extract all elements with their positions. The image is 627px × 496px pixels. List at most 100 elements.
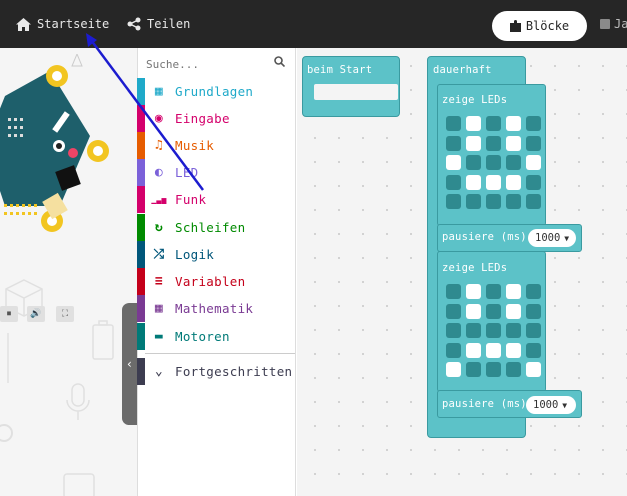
toolbox-category-grundlagen[interactable]: ▦ Grundlagen: [137, 78, 296, 105]
led-cell[interactable]: [446, 174, 461, 190]
led-cell[interactable]: [506, 194, 521, 209]
led-cell[interactable]: [486, 323, 501, 338]
show-leds-label-1: zeige LEDs: [442, 94, 508, 106]
refresh-icon: ↻: [154, 220, 164, 235]
toolbox-category-funk[interactable]: ▁▃▅ Funk: [137, 186, 296, 213]
toolbox-category-eingabe[interactable]: ◉ Eingabe: [137, 105, 296, 132]
speaker-icon: [63, 473, 95, 496]
home-button[interactable]: Startseite: [16, 0, 109, 48]
toolbox-category-musik[interactable]: ♫ Musik: [137, 132, 296, 159]
toolbox-category-variablen[interactable]: ≡ Variablen: [137, 268, 296, 295]
sim-fullscreen-icon[interactable]: ⛶: [56, 306, 74, 322]
led-cell[interactable]: [466, 194, 481, 209]
battery-icon: [92, 320, 114, 360]
led-cell[interactable]: [486, 174, 501, 190]
category-color-bar: [137, 358, 145, 385]
led-cell[interactable]: [506, 342, 521, 358]
sim-volume-icon[interactable]: 🔊: [27, 306, 45, 322]
led-cell[interactable]: [506, 135, 521, 151]
search-icon[interactable]: [274, 56, 285, 67]
led-cell[interactable]: [526, 135, 541, 151]
led-cell[interactable]: [526, 284, 541, 299]
led-cell[interactable]: [486, 303, 501, 319]
cable-icon: [7, 333, 9, 383]
gear-icon: [0, 424, 13, 442]
led-cell[interactable]: [526, 116, 541, 131]
led-cell[interactable]: [526, 323, 541, 338]
led-cell[interactable]: [446, 194, 461, 209]
led-cell[interactable]: [486, 135, 501, 151]
led-cell[interactable]: [446, 135, 461, 151]
category-color-bar: [137, 132, 145, 159]
led-cell[interactable]: [506, 155, 521, 170]
led-cell[interactable]: [506, 323, 521, 338]
toolbox-category-motoren[interactable]: ▬ Motoren: [137, 323, 296, 350]
home-label: Startseite: [37, 17, 110, 31]
led-cell[interactable]: [526, 303, 541, 319]
led-cell[interactable]: [526, 342, 541, 358]
category-label: Eingabe: [175, 111, 230, 126]
led-cell[interactable]: [486, 284, 501, 299]
category-color-bar: [137, 295, 145, 322]
led-cell[interactable]: [466, 284, 481, 299]
led-cell[interactable]: [446, 155, 461, 170]
led-cell[interactable]: [466, 116, 481, 131]
led-cell[interactable]: [526, 155, 541, 170]
led-cell[interactable]: [446, 342, 461, 358]
share-icon: [127, 17, 141, 31]
background-board-icon: [71, 54, 83, 67]
led-cell[interactable]: [526, 194, 541, 209]
led-cell[interactable]: [486, 342, 501, 358]
category-color-bar: [137, 78, 145, 105]
forever-label: dauerhaft: [433, 64, 492, 76]
led-cell[interactable]: [466, 342, 481, 358]
category-label: Musik: [175, 138, 215, 153]
collapse-simulator-button[interactable]: ‹: [122, 303, 137, 425]
led-cell[interactable]: [466, 135, 481, 151]
toolbox-category-schleifen[interactable]: ↻ Schleifen: [137, 214, 296, 241]
puzzle-icon: [509, 20, 521, 32]
led-cell[interactable]: [466, 323, 481, 338]
led-cell[interactable]: [466, 303, 481, 319]
led-cell[interactable]: [506, 174, 521, 190]
led-cell[interactable]: [506, 303, 521, 319]
led-cell[interactable]: [486, 155, 501, 170]
share-button[interactable]: Teilen: [127, 0, 190, 48]
led-cell[interactable]: [486, 194, 501, 209]
pause-dropdown-1[interactable]: 1000 ▼: [528, 229, 576, 247]
pause-value-2: 1000: [533, 399, 559, 411]
led-cell[interactable]: [506, 116, 521, 131]
led-cell[interactable]: [466, 155, 481, 170]
led-cell[interactable]: [466, 174, 481, 190]
led-cell[interactable]: [526, 174, 541, 190]
toolbox-category-led[interactable]: ◐ LED: [137, 159, 296, 186]
category-label: Schleifen: [175, 220, 246, 235]
led-cell[interactable]: [446, 362, 461, 377]
led-cell[interactable]: [466, 362, 481, 377]
pause-dropdown-2[interactable]: 1000 ▼: [526, 396, 576, 414]
home-icon: [16, 17, 31, 31]
led-cell[interactable]: [446, 323, 461, 338]
category-color-bar: [137, 159, 145, 186]
calliope-board[interactable]: [0, 56, 115, 236]
led-cell[interactable]: [526, 362, 541, 377]
led-cell[interactable]: [486, 116, 501, 131]
led-cell[interactable]: [446, 116, 461, 131]
toolbox-category-logik[interactable]: ⤮ Logik: [137, 241, 296, 268]
toggle-icon: ◐: [154, 165, 164, 180]
blocks-editor-button[interactable]: Blöcke: [492, 11, 587, 41]
javascript-tab[interactable]: Ja: [600, 0, 627, 48]
led-cell[interactable]: [446, 303, 461, 319]
category-color-bar: [137, 186, 145, 213]
toolbox-search-input[interactable]: [146, 54, 289, 74]
category-label: Logik: [175, 247, 215, 262]
category-color-bar: [137, 323, 145, 350]
toolbox-category-fortgeschritten[interactable]: ⌄ Fortgeschritten: [137, 358, 296, 385]
led-cell[interactable]: [506, 362, 521, 377]
led-cell[interactable]: [486, 362, 501, 377]
led-cell[interactable]: [446, 284, 461, 299]
sim-stop-icon[interactable]: ⏹: [0, 306, 18, 322]
toolbox-category-mathematik[interactable]: ▦ Mathematik: [137, 295, 296, 322]
led-cell[interactable]: [506, 284, 521, 299]
category-color-bar: [137, 214, 145, 241]
